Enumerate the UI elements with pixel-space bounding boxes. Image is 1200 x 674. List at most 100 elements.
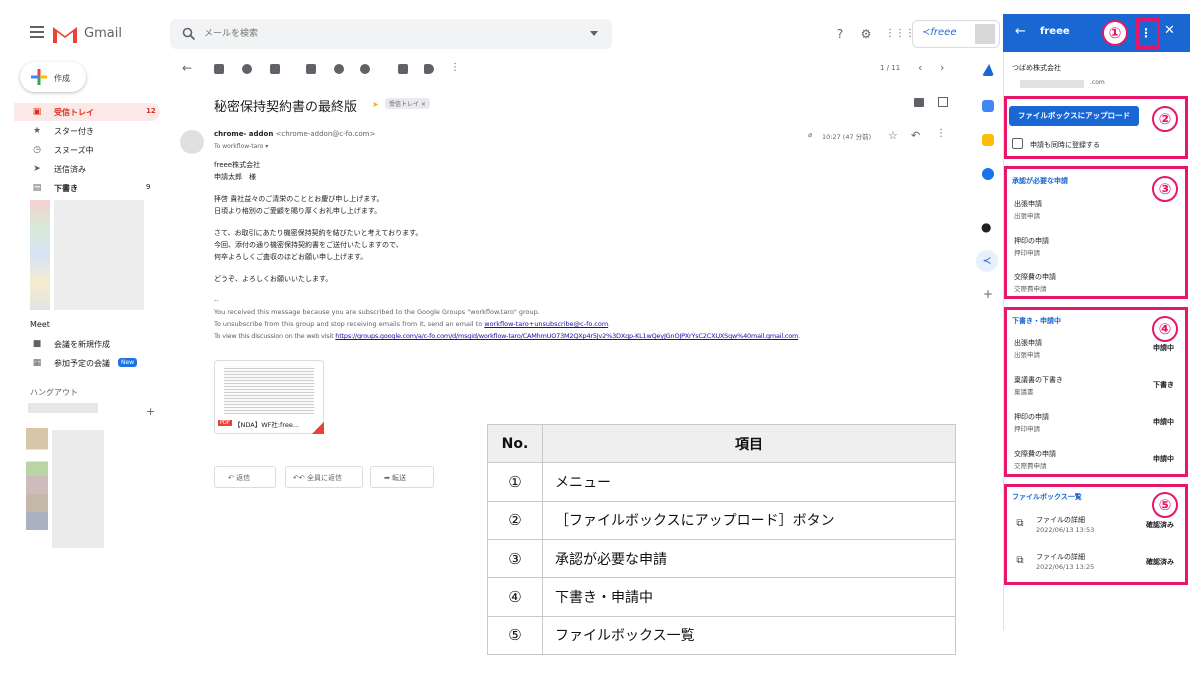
nav-inbox-count: 12 [146,107,156,115]
main-menu-icon[interactable] [30,26,44,38]
search-options-icon[interactable] [590,31,598,36]
hangouts-user [28,403,98,413]
legend-no: ④ [487,577,543,617]
add-task-icon[interactable] [360,64,370,74]
legend-row: ⑤ ファイルボックス一覧 [487,615,956,656]
archive-icon[interactable] [214,64,224,74]
footer-line-2-suffix: . [608,320,611,328]
keep-rail-icon[interactable] [982,134,994,146]
discussion-link[interactable]: https://groups.google.com/a/c-fo.com/d/m… [335,332,798,340]
more-options-icon[interactable]: ⋮ [936,128,946,139]
print-icon[interactable] [914,98,924,107]
legend-item: ファイルボックス一覧 [542,615,956,656]
callout-badge-5: ⑤ [1152,492,1178,518]
panel-back-arrow-icon[interactable]: ← [1015,24,1026,39]
body-addressee: 申請太郎 様 [214,173,256,181]
tasks-rail-icon[interactable] [982,168,994,180]
nav-sent-label: 送信済み [54,165,86,174]
footer-line-3: To view this discussion on the web visit… [214,332,800,340]
star-icon: ★ [32,126,42,136]
more-actions-icon[interactable]: ⋮ [450,62,460,73]
freee-active-rail-icon[interactable]: ≺ [976,250,998,272]
body-main-3: 何卒よろしくご査収のほどお願い申し上げます。 [214,253,368,261]
add-hangout-icon[interactable]: + [146,405,155,418]
nav-starred-label: スター付き [54,127,94,136]
freee-chip-logo: ≺freee [922,27,957,38]
label-icon[interactable] [424,64,434,74]
hidden-labels [54,200,144,310]
legend-header-no: No. [487,423,543,464]
back-arrow-icon[interactable]: ← [182,61,192,75]
older-chevron-icon[interactable]: › [940,61,944,74]
add-addon-icon[interactable]: + [983,287,993,301]
body-company: freee株式会社 [214,161,261,169]
footer-line-2-text: To unsubscribe from this group and stop … [214,320,485,328]
video-camera-icon: ■ [32,339,42,349]
account-avatar[interactable] [975,24,995,44]
attachment-name: 【NDA】WF社:free... [234,421,300,429]
reply-icon[interactable]: ↶ [911,129,920,142]
footer-line-2: To unsubscribe from this group and stop … [214,320,610,328]
callout-frame-menu [1136,18,1160,49]
star-toggle-icon[interactable]: ☆ [888,129,898,142]
paw-rail-icon[interactable]: ● [981,220,991,234]
pdf-icon: PDF [218,420,232,426]
mail-subject: 秘密保持契約書の最終版 [214,100,358,115]
freee-rail-icon[interactable] [982,64,994,76]
hangouts-avatars [26,428,48,548]
legend-no: ⑤ [487,615,543,656]
calendar-rail-icon[interactable] [982,100,994,112]
legend-item: 下書き・申請中 [542,577,956,617]
new-meeting-link[interactable]: 会議を新規作成 [54,339,110,350]
report-spam-icon[interactable] [242,64,252,74]
apps-grid-icon[interactable]: ⋮⋮⋮ [885,27,915,41]
legend-no: ③ [487,538,543,579]
sender-name: chrome- addon [214,130,274,138]
nav-drafts-label: 下書き [54,184,78,193]
join-meeting-link[interactable]: 参加予定の会議 [54,358,110,369]
calendar-icon: ▦ [32,358,42,368]
delete-icon[interactable] [270,64,280,74]
footer-dash: -- [214,296,219,304]
legend-item: ［ファイルボックスにアップロード］ボタン [542,500,956,540]
legend-row: ④ 下書き・申請中 [487,577,956,617]
callout-badge-4: ④ [1152,316,1178,342]
move-to-icon[interactable] [398,64,408,74]
compose-label: 作成 [54,74,70,83]
attachment-fold-icon [312,422,324,434]
panel-close-icon[interactable]: ✕ [1164,23,1175,38]
open-new-window-icon[interactable] [938,97,948,107]
send-icon: ➤ [33,164,41,174]
hangouts-section-title: ハングアウト [30,388,78,397]
search-input[interactable] [204,27,564,41]
draft-icon: ▤ [32,183,42,193]
body-greeting-2: 日頃より格別のご愛顧を賜り厚くお礼申し上げます。 [214,207,382,215]
legend-no: ② [487,500,543,540]
important-marker-icon[interactable]: ➤ [372,100,379,109]
gmail-logo[interactable] [52,24,78,44]
mark-unread-icon[interactable] [306,64,316,74]
callout-badge-2: ② [1152,106,1178,132]
nav-drafts-count: 9 [146,183,151,191]
company-name: つばめ株式会社 [1012,64,1061,72]
help-icon[interactable]: ? [833,27,847,41]
legend-item: 承認が必要な申請 [542,538,956,579]
settings-gear-icon[interactable]: ⚙ [859,27,873,41]
unsubscribe-link[interactable]: workflow-taro+unsubscribe@c-fo.com [484,320,608,328]
inbox-label-chip[interactable]: 受信トレイ × [385,98,430,109]
nav-snoozed-label: スヌーズ中 [54,146,94,155]
snooze-icon[interactable] [334,64,344,74]
footer-line-1: You received this message because you ar… [214,308,540,316]
recipient-line[interactable]: To workflow-taro ▾ [214,143,268,150]
masked-email [1020,80,1084,88]
footer-line-3-text: To view this discussion on the web visit [214,332,336,340]
body-main-1: さて、お取引にあたり機密保持契約を結びたいと考えております。 [214,229,423,237]
mail-time: 10:27 (47 分前) [822,133,872,141]
legend-header-item: 項目 [542,423,956,464]
page-counter: 1 / 11 [880,64,901,72]
clock-icon: ◷ [33,145,41,155]
freee-panel-header [1003,14,1190,52]
search-icon[interactable] [182,27,196,41]
legend-no: ① [487,462,543,502]
newer-chevron-icon[interactable]: ‹ [918,61,922,74]
